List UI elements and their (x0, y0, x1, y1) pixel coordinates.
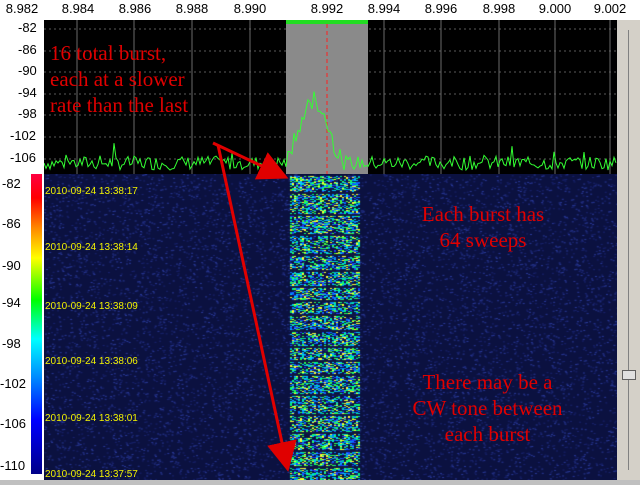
annotation-cw-tone: There may be a CW tone between each burs… (375, 369, 600, 447)
annotation-line: CW tone between (412, 396, 563, 420)
annotation-burst-count: 16 total burst, each at a slower rate th… (50, 40, 188, 118)
annotation-line: 64 sweeps (439, 228, 527, 252)
annotation-line: There may be a (422, 370, 553, 394)
arrow-to-last-burst (216, 144, 297, 472)
annotation-sweeps: Each burst has 64 sweeps (398, 201, 568, 253)
annotation-line: rate than the last (50, 93, 189, 117)
annotation-line: 16 total burst, (50, 41, 167, 65)
annotation-line: each at a slower (50, 67, 185, 91)
annotation-line: Each burst has (421, 202, 545, 226)
annotation-line: each burst (444, 422, 531, 446)
